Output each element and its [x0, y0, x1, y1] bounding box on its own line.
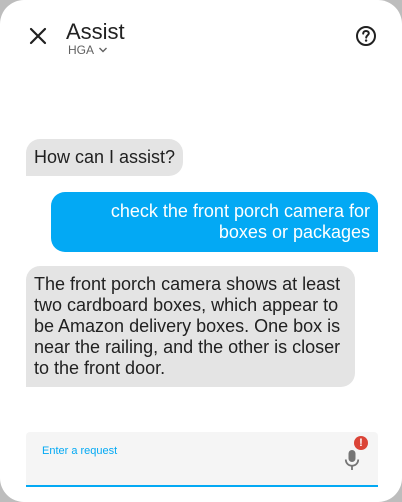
- chevron-down-icon: [99, 47, 108, 53]
- request-input-container[interactable]: Enter a request !: [26, 432, 378, 487]
- assist-dialog: Assist HGA How can I assist? check the f…: [0, 0, 402, 502]
- pipeline-selector[interactable]: HGA: [68, 43, 108, 57]
- help-button[interactable]: [354, 24, 378, 48]
- assistant-message: How can I assist?: [26, 139, 184, 176]
- error-badge: !: [354, 436, 368, 450]
- microphone-button[interactable]: [340, 448, 364, 472]
- close-icon: [29, 27, 47, 45]
- request-input-label: Enter a request: [42, 445, 118, 457]
- help-circle-icon: [356, 26, 376, 46]
- dialog-title: Assist: [66, 19, 125, 44]
- microphone-icon: [344, 450, 360, 470]
- close-button[interactable]: [24, 22, 52, 50]
- assistant-message: The front porch camera shows at least tw…: [26, 266, 355, 387]
- user-message: check the front porch camera for boxes o…: [51, 192, 378, 252]
- pipeline-name: HGA: [68, 43, 95, 57]
- request-input[interactable]: [40, 460, 324, 482]
